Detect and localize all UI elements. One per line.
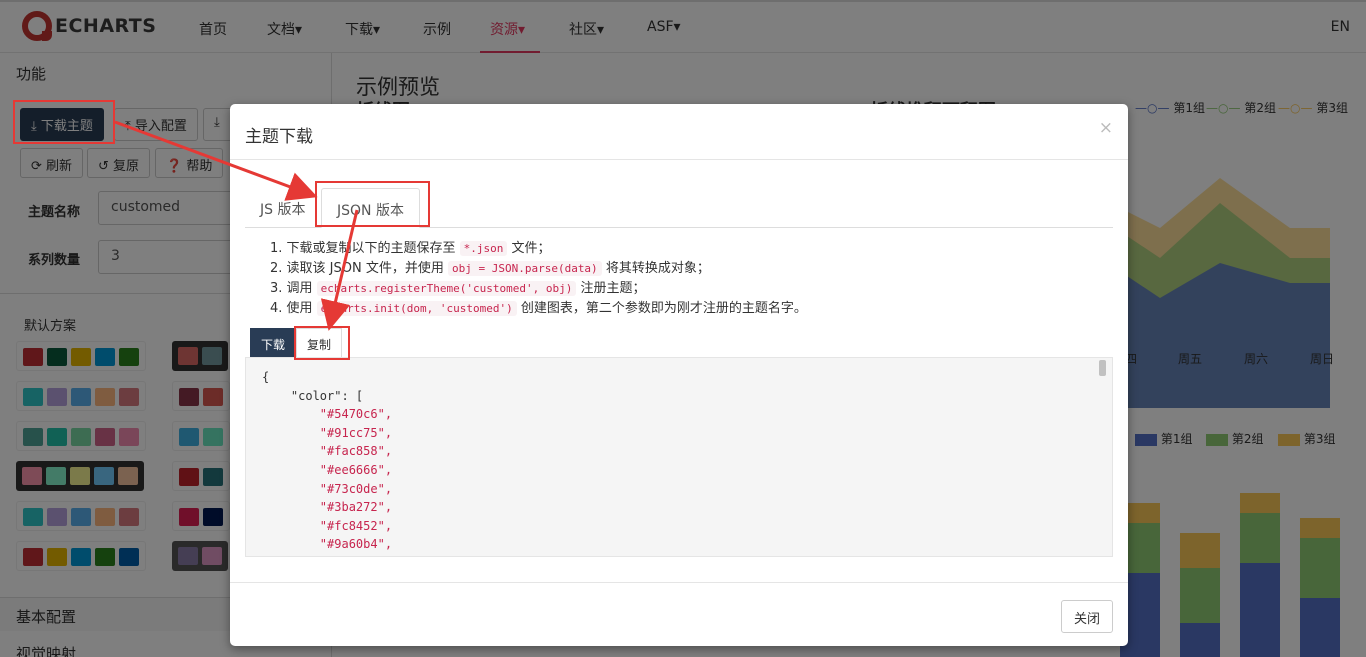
- tutorial-arrows: [114, 120, 359, 331]
- app-root: ECHARTS 首页 文档▾ 下载▾ 示例 资源▾ 社区▾ ASF▾ EN 功能…: [0, 0, 1366, 657]
- arrow-icon: [114, 120, 318, 201]
- arrow-icon: [320, 209, 359, 331]
